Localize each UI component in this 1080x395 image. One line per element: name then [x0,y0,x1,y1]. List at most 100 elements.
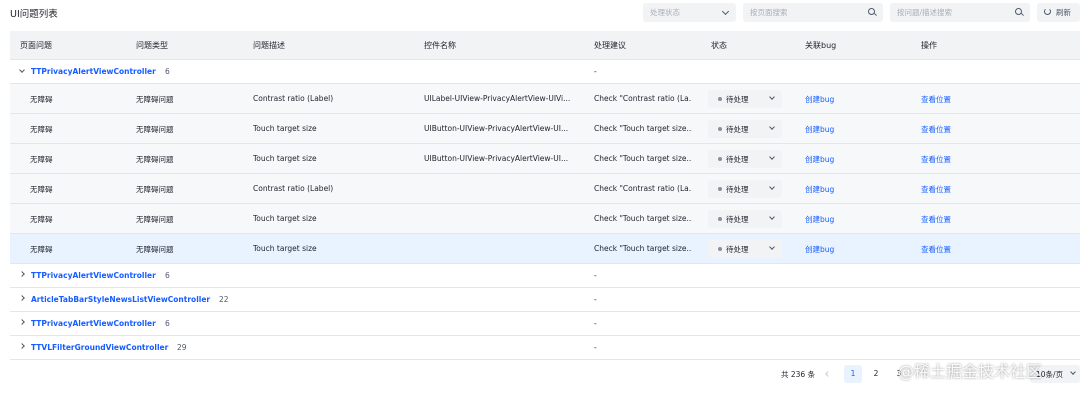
description-cell: Touch target size [253,214,317,223]
type-cell: 无障碍问题 [136,95,174,104]
page-button-1[interactable]: 1 [844,365,862,383]
description-cell: Touch target size [253,124,317,133]
pagination-total: 共 236 条 [781,370,816,379]
refresh-button[interactable]: 刷新 [1037,3,1080,22]
status-filter-select[interactable]: 处理状态 [643,3,736,22]
status-select[interactable]: 待处理 [708,240,782,258]
chevron-right-icon[interactable] [19,343,25,349]
group-count: 22 [219,295,229,304]
description-cell: Touch target size [253,244,317,253]
chevron-down-icon [769,214,775,220]
status-dot-icon [718,187,722,191]
chevron-down-icon [721,7,730,16]
create-bug-link[interactable]: 创建bug [805,94,834,105]
create-bug-link[interactable]: 创建bug [805,154,834,165]
view-location-link[interactable]: 查看位置 [921,94,951,105]
column-header-suggestion: 处理建议 [594,41,626,50]
status-label: 待处理 [726,185,749,194]
chevron-down-icon [769,184,775,190]
table-body: TTPrivacyAlertViewController 6 - 无障碍 无障碍问题 Co… [10,60,1080,360]
status-dot-icon [718,217,722,221]
column-header-bug: 关联bug [805,41,837,50]
chevron-down-icon [769,124,775,130]
group-name[interactable]: TTVLFilterGroundViewController [31,343,168,352]
control-name-cell: UIButton-UIView-PrivacyAlertView-UI... [424,154,569,163]
status-dot-icon [718,247,722,251]
group-row[interactable]: TTPrivacyAlertViewController 6 - [10,264,1080,288]
chevron-down-icon [769,244,775,250]
status-label: 待处理 [726,95,749,104]
type-cell: 无障碍问题 [136,155,174,164]
group-name[interactable]: ArticleTabBarStyleNewsListViewController [31,295,210,304]
view-location-link[interactable]: 查看位置 [921,124,951,135]
table-row: 无障碍 无障碍问题 Touch target size UIButton-UIView… [10,144,1080,174]
table-row: 无障碍 无障碍问题 Contrast ratio (Label) Check "Con… [10,174,1080,204]
control-name-cell: UILabel-UIView-PrivacyAlertView-UIVi... [424,94,571,103]
table-row: 无障碍 无障碍问题 Contrast ratio (Label) UILabel-UI… [10,84,1080,114]
type-cell: 无障碍问题 [136,215,174,224]
page-cell: 无障碍 [30,215,53,224]
table-row: 无障碍 无障碍问题 Touch target size UIButton-UIView… [10,114,1080,144]
page-cell: 无障碍 [30,155,53,164]
create-bug-link[interactable]: 创建bug [805,184,834,195]
group-count: 6 [165,319,170,328]
description-cell: Touch target size [253,154,317,163]
page-cell: 无障碍 [30,125,53,134]
search-icon[interactable] [868,8,875,15]
issue-table: 页面问题 问题类型 问题描述 控件名称 处理建议 状态 关联bug 操作 TTP… [10,31,1080,360]
column-header-action: 操作 [921,41,937,50]
toolbar: UI问题列表 处理状态 按页面搜索 按问题/描述搜索 刷新 [0,0,1080,26]
group-name[interactable]: TTPrivacyAlertViewController [31,271,156,280]
refresh-label: 刷新 [1056,8,1071,17]
status-label: 待处理 [726,245,749,254]
group-name[interactable]: TTPrivacyAlertViewController [31,67,156,76]
chevron-right-icon[interactable] [19,319,25,325]
group-suggestion: - [594,271,597,280]
control-name-cell: UIButton-UIView-PrivacyAlertView-UI... [424,124,569,133]
create-bug-link[interactable]: 创建bug [805,214,834,225]
view-location-link[interactable]: 查看位置 [921,214,951,225]
group-count: 29 [177,343,187,352]
group-suggestion: - [594,319,597,328]
page-search-input[interactable]: 按页面搜索 [743,3,883,22]
chevron-down-icon[interactable] [19,67,25,73]
suggestion-cell: Check "Contrast ratio (La... [594,94,692,103]
suggestion-cell: Check "Touch target size... [594,154,692,163]
type-cell: 无障碍问题 [136,185,174,194]
create-bug-link[interactable]: 创建bug [805,244,834,255]
column-header-page: 页面问题 [20,41,52,50]
page-button-2[interactable]: 2 [867,365,885,383]
description-search-placeholder: 按问题/描述搜索 [897,8,953,17]
group-row[interactable]: ArticleTabBarStyleNewsListViewController… [10,288,1080,312]
view-location-link[interactable]: 查看位置 [921,244,951,255]
chevron-right-icon[interactable] [19,271,25,277]
group-row[interactable]: TTVLFilterGroundViewController 29 - [10,336,1080,360]
page-title: UI问题列表 [10,9,58,20]
status-select[interactable]: 待处理 [708,150,782,168]
refresh-icon [1044,8,1051,15]
view-location-link[interactable]: 查看位置 [921,154,951,165]
view-location-link[interactable]: 查看位置 [921,184,951,195]
suggestion-cell: Check "Contrast ratio (La... [594,184,692,193]
status-select[interactable]: 待处理 [708,180,782,198]
description-search-input[interactable]: 按问题/描述搜索 [890,3,1030,22]
group-row[interactable]: TTPrivacyAlertViewController 6 - [10,312,1080,336]
table-row: 无障碍 无障碍问题 Touch target size Check "Touch ta… [10,204,1080,234]
create-bug-link[interactable]: 创建bug [805,124,834,135]
column-header-description: 问题描述 [253,41,285,50]
status-select[interactable]: 待处理 [708,90,782,108]
group-count: 6 [165,271,170,280]
type-cell: 无障碍问题 [136,125,174,134]
status-select[interactable]: 待处理 [708,120,782,138]
group-suggestion: - [594,343,597,352]
chevron-right-icon[interactable] [19,295,25,301]
group-name[interactable]: TTPrivacyAlertViewController [31,319,156,328]
status-dot-icon [718,97,722,101]
search-icon[interactable] [1015,8,1022,15]
status-select[interactable]: 待处理 [708,210,782,228]
column-header-control: 控件名称 [424,41,456,50]
page-cell: 无障碍 [30,95,53,104]
chevron-left-icon[interactable] [825,371,831,377]
group-row[interactable]: TTPrivacyAlertViewController 6 - [10,60,1080,84]
table-header: 页面问题 问题类型 问题描述 控件名称 处理建议 状态 关联bug 操作 [10,31,1080,60]
